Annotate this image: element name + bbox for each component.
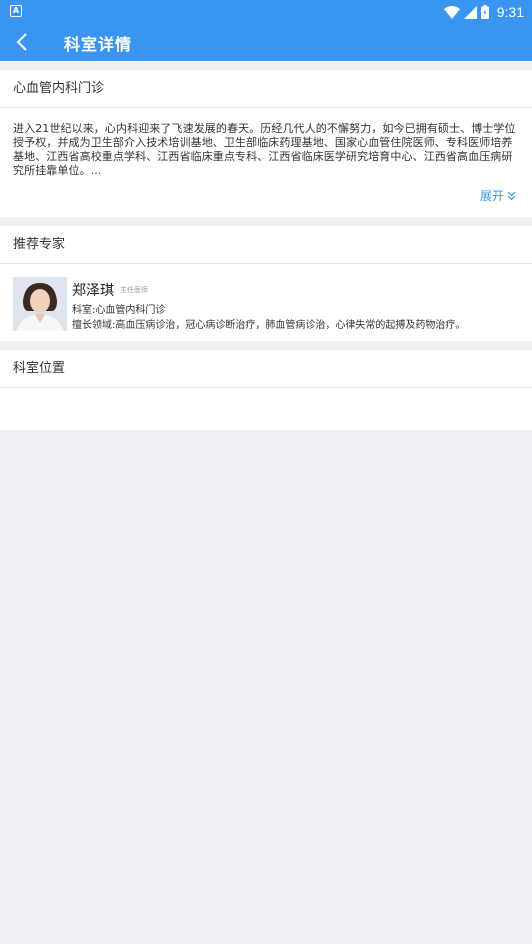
department-intro-card: 心血管内科门诊 进入21世纪以来，心内科迎来了飞速发展的春天。历经几代人的不懈努… [0, 70, 532, 217]
page-title: 科室详情 [64, 35, 133, 54]
status-bar: A 9:31 [0, 0, 532, 24]
nav-bar: 科室详情 [0, 24, 532, 61]
chevron-left-icon [16, 33, 27, 51]
back-button[interactable] [10, 28, 38, 56]
battery-icon [480, 5, 489, 19]
experts-heading: 推荐专家 [0, 226, 532, 264]
doctor-department: 科室:心血管内科门诊 [72, 305, 166, 316]
doctor-avatar [13, 277, 67, 331]
location-heading: 科室位置 [0, 350, 532, 388]
notification-icon: A [10, 5, 22, 17]
expert-list-item[interactable]: 郑泽琪 主任医师 科室:心血管内科门诊 擅长领域:高血压病诊治，冠心病诊断治疗，… [0, 264, 532, 342]
department-description: 进入21世纪以来，心内科迎来了飞速发展的春天。历经几代人的不懈努力，如今已拥有硕… [13, 122, 516, 177]
status-icons: 9:31 [443, 2, 524, 22]
expand-label: 展开 [479, 189, 504, 203]
signal-icon [463, 5, 477, 19]
doctor-name: 郑泽琪 [72, 283, 114, 299]
clock: 9:31 [496, 4, 524, 20]
recommended-experts-card: 推荐专家 郑泽琪 主任医师 科室:心血管内科门诊 擅长领域:高血压病诊治，冠心病… [0, 226, 532, 341]
expand-button[interactable]: 展开 [480, 187, 516, 204]
department-name: 心血管内科门诊 [0, 70, 532, 108]
department-location-card: 科室位置 [0, 350, 532, 430]
wifi-icon [443, 5, 460, 19]
double-chevron-down-icon [507, 191, 516, 200]
doctor-title: 主任医师 [120, 286, 148, 294]
doctor-specialty: 擅长领域:高血压病诊治，冠心病诊断治疗，肺血管病诊治，心律失常的起搏及药物治疗。 [72, 320, 466, 331]
